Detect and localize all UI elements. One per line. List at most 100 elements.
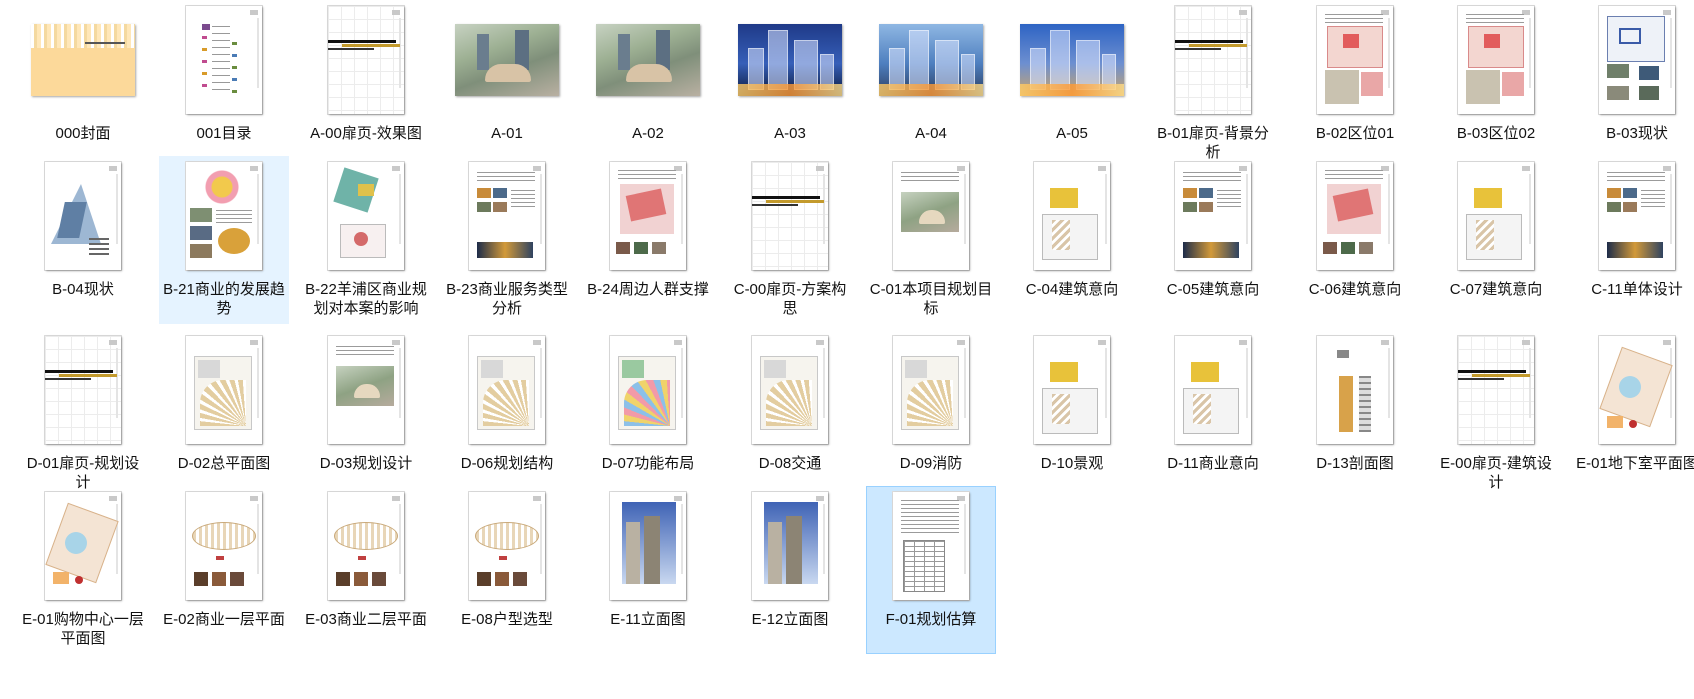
file-name: C-11单体设计: [1591, 281, 1683, 298]
file-item[interactable]: F-01规划估算: [866, 486, 996, 654]
file-item[interactable]: C-01本项目规划目标: [866, 156, 996, 324]
file-name: E-00扉页-建筑设计: [1440, 455, 1552, 491]
file-thumbnail: [302, 1, 430, 119]
file-item[interactable]: E-12立面图: [725, 486, 855, 654]
file-item[interactable]: D-13剖面图: [1290, 330, 1420, 498]
file-item[interactable]: C-11单体设计: [1572, 156, 1694, 324]
file-thumbnail: [19, 1, 147, 119]
file-thumbnail: [1432, 1, 1560, 119]
file-item[interactable]: D-09消防: [866, 330, 996, 498]
file-item[interactable]: B-01扉页-背景分析: [1148, 0, 1278, 168]
file-name: A-03: [774, 125, 806, 142]
file-name: D-11商业意向: [1167, 455, 1259, 472]
file-item[interactable]: C-04建筑意向: [1007, 156, 1137, 324]
file-name: A-01: [491, 125, 523, 142]
plan-thumbnail-image: [1175, 336, 1251, 444]
pics-thumbnail-image: [1599, 162, 1675, 270]
map-thumbnail-image: [1317, 6, 1393, 114]
file-item[interactable]: E-11立面图: [583, 486, 713, 654]
file-name: E-11立面图: [610, 611, 686, 628]
file-thumbnail: [1573, 157, 1694, 275]
file-thumbnail: [1008, 1, 1136, 119]
file-thumbnail: [726, 331, 854, 449]
file-item[interactable]: E-00扉页-建筑设计: [1431, 330, 1561, 498]
file-item[interactable]: A-00扉页-效果图: [301, 0, 431, 168]
file-name: E-02商业一层平面: [163, 611, 285, 628]
file-item[interactable]: D-07功能布局: [583, 330, 713, 498]
map-thumbnail-image: [1458, 6, 1534, 114]
file-name: B-03现状: [1606, 125, 1668, 142]
file-thumbnail: [726, 487, 854, 605]
file-item[interactable]: B-03区位02: [1431, 0, 1561, 168]
file-item[interactable]: E-03商业二层平面: [301, 486, 431, 654]
file-item[interactable]: B-04现状: [18, 156, 148, 324]
file-name: E-01地下室平面图: [1576, 455, 1694, 472]
oval-thumbnail-image: [186, 492, 262, 600]
title-thumbnail-image: [45, 336, 121, 444]
file-item[interactable]: E-08户型选型: [442, 486, 572, 654]
file-thumbnail: [19, 331, 147, 449]
file-name: C-01本项目规划目标: [869, 281, 993, 317]
aerialpage-thumbnail-image: [328, 336, 404, 444]
file-thumbnail: [443, 157, 571, 275]
aerialpage-thumbnail-image: [893, 162, 969, 270]
file-thumbnail: [19, 487, 147, 605]
file-item[interactable]: A-02: [583, 0, 713, 168]
file-item[interactable]: 000封面: [18, 0, 148, 168]
file-item[interactable]: C-05建筑意向: [1148, 156, 1278, 324]
file-name: D-09消防: [899, 455, 963, 472]
table-thumbnail-image: [893, 492, 969, 600]
file-thumbnail: [160, 331, 288, 449]
file-name: C-05建筑意向: [1166, 281, 1260, 298]
file-name: D-10景观: [1040, 455, 1104, 472]
file-item[interactable]: A-05: [1007, 0, 1137, 168]
file-name: D-06规划结构: [460, 455, 554, 472]
file-item[interactable]: B-23商业服务类型分析: [442, 156, 572, 324]
file-item[interactable]: B-24周边人群支撑: [583, 156, 713, 324]
file-item[interactable]: A-04: [866, 0, 996, 168]
file-item[interactable]: D-11商业意向: [1148, 330, 1278, 498]
file-thumbnail: [726, 157, 854, 275]
floorplan-thumbnail-image: [1599, 336, 1675, 444]
fan-thumbnail-image: [186, 336, 262, 444]
file-item[interactable]: A-03: [725, 0, 855, 168]
file-item[interactable]: E-01地下室平面图: [1572, 330, 1694, 498]
floorplan-thumbnail-image: [45, 492, 121, 600]
file-item[interactable]: E-01购物中心一层平面图: [18, 486, 148, 654]
file-name: A-04: [915, 125, 947, 142]
file-name: B-22羊浦区商业规划对本案的影响: [305, 281, 427, 317]
file-item[interactable]: B-03现状: [1572, 0, 1694, 168]
fan-thumbnail-image: [752, 336, 828, 444]
plan-thumbnail-image: [1458, 162, 1534, 270]
file-item[interactable]: D-01扉页-规划设计: [18, 330, 148, 498]
cover-thumbnail-image: [31, 24, 135, 96]
file-item[interactable]: B-22羊浦区商业规划对本案的影响: [301, 156, 431, 324]
file-item[interactable]: B-02区位01: [1290, 0, 1420, 168]
file-item[interactable]: C-06建筑意向: [1290, 156, 1420, 324]
file-thumbnail: [1291, 1, 1419, 119]
fancolor-thumbnail-image: [610, 336, 686, 444]
file-item[interactable]: D-10景观: [1007, 330, 1137, 498]
plan-thumbnail-image: [1034, 162, 1110, 270]
file-item[interactable]: C-07建筑意向: [1431, 156, 1561, 324]
file-thumbnail: [1149, 1, 1277, 119]
file-item[interactable]: C-00扉页-方案构思: [725, 156, 855, 324]
file-name: C-06建筑意向: [1308, 281, 1402, 298]
file-item[interactable]: B-21商业的发展趋势: [159, 156, 289, 324]
file-item[interactable]: D-02总平面图: [159, 330, 289, 498]
file-name: C-07建筑意向: [1449, 281, 1543, 298]
file-item[interactable]: E-02商业一层平面: [159, 486, 289, 654]
file-item[interactable]: D-06规划结构: [442, 330, 572, 498]
elevation-thumbnail-image: [752, 492, 828, 600]
file-item[interactable]: A-01: [442, 0, 572, 168]
file-thumbnail: [584, 487, 712, 605]
file-item[interactable]: 001目录: [159, 0, 289, 168]
fan-thumbnail-image: [893, 336, 969, 444]
file-name: A-02: [632, 125, 664, 142]
file-item[interactable]: D-03规划设计: [301, 330, 431, 498]
redmap-thumbnail-image: [610, 162, 686, 270]
file-name: B-23商业服务类型分析: [446, 281, 568, 317]
file-name: B-04现状: [52, 281, 114, 298]
file-item[interactable]: D-08交通: [725, 330, 855, 498]
file-thumbnail: [1008, 331, 1136, 449]
